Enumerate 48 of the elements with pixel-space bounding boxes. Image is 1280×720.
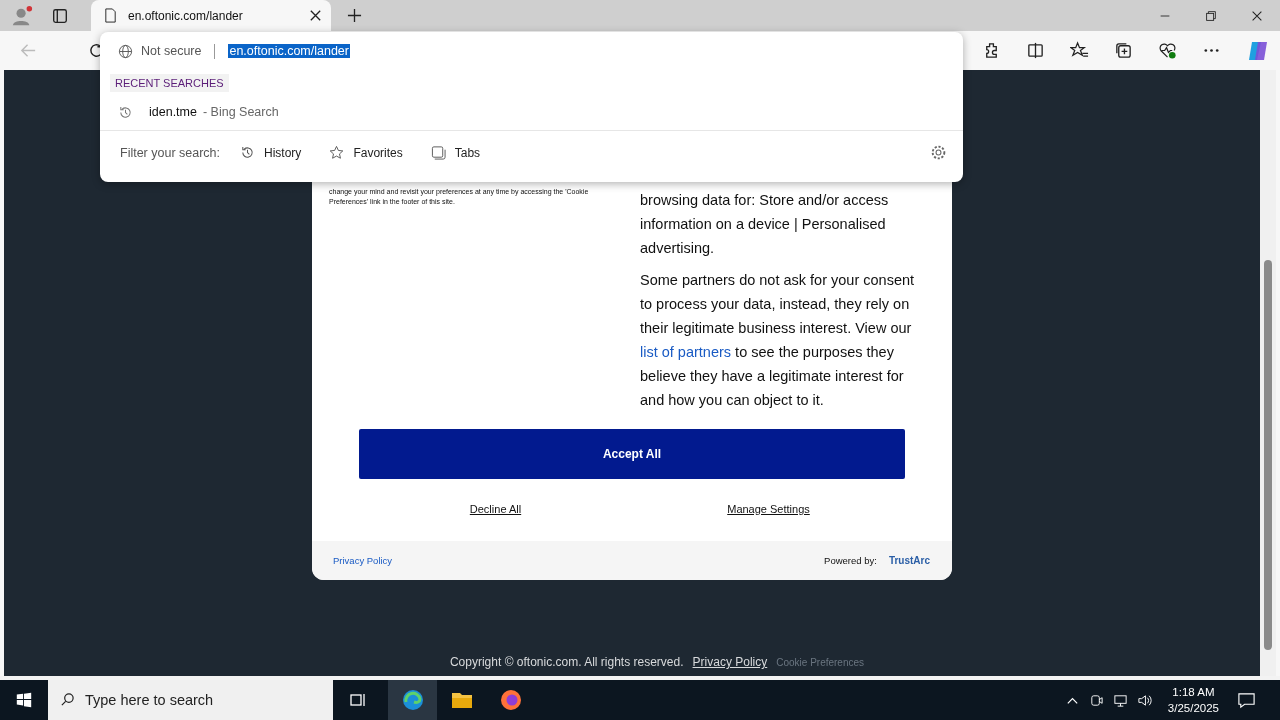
settings-icon[interactable] — [930, 144, 947, 161]
recent-search-item[interactable]: iden.tme - Bing Search — [100, 94, 963, 130]
manage-settings-link[interactable]: Manage Settings — [727, 503, 810, 515]
taskbar-search-field[interactable]: Type here to search — [48, 680, 333, 720]
tabs-icon — [430, 145, 446, 160]
clock-date[interactable]: 3/25/2025 — [1167, 700, 1219, 716]
split-screen-icon[interactable] — [1026, 41, 1045, 60]
filter-label: Filter your search: — [120, 145, 221, 160]
history-icon — [240, 145, 256, 160]
consent-text: Some partners do not ask for your consent to process your data, instead, they rely on their legitimate business interest. View our list of partners to see the purposes they believe they have a legitimate interest for and how you can object to it. — [640, 271, 916, 410]
favorites-icon[interactable] — [1070, 41, 1089, 60]
star-icon — [329, 145, 345, 160]
privacy-policy-link[interactable]: Privacy Policy — [333, 555, 393, 566]
history-icon — [118, 104, 133, 120]
privacy-policy-link[interactable]: Privacy Policy — [692, 655, 768, 669]
powered-by-label: Powered by: — [824, 555, 877, 566]
page-icon — [103, 8, 118, 23]
scrollbar[interactable] — [1260, 70, 1276, 676]
globe-icon[interactable] — [118, 43, 133, 59]
firefox-icon[interactable] — [498, 688, 523, 712]
filter-button[interactable]: Favorites — [329, 145, 403, 160]
close-icon[interactable] — [308, 8, 323, 23]
clock-time[interactable]: 1:18 AM — [1172, 684, 1215, 700]
consent-text: browsing data for: Store and/or access information on a device | Personalised advertising. — [640, 191, 890, 258]
health-icon[interactable] — [1158, 41, 1177, 60]
accept-all-button[interactable]: Accept All — [359, 429, 905, 479]
browser-tab[interactable]: en.oftonic.com/lander — [91, 0, 331, 31]
filter-button[interactable]: Tabs — [430, 145, 481, 160]
tab-actions-icon[interactable] — [51, 6, 69, 25]
copyright-text: Copyright © oftonic.com. All rights reserved. — [449, 655, 684, 669]
address-field[interactable]: en.oftonic.com/lander — [228, 44, 350, 58]
restore-icon[interactable] — [1204, 8, 1218, 23]
edge-icon[interactable] — [400, 688, 425, 712]
windows-start-icon[interactable] — [15, 691, 33, 709]
filter-button[interactable]: History — [240, 145, 302, 160]
volume-icon[interactable] — [1136, 692, 1152, 708]
search-icon — [60, 692, 75, 707]
partners-link[interactable]: list of partners — [640, 344, 732, 360]
profile-icon[interactable] — [11, 4, 33, 27]
network-icon[interactable] — [1112, 692, 1128, 708]
security-label[interactable]: Not secure — [141, 44, 202, 58]
meet-icon[interactable] — [1088, 692, 1104, 708]
recent-searches-heading: RECENT SEARCHES — [110, 74, 229, 92]
collections-icon[interactable] — [1114, 41, 1133, 60]
notifications-icon[interactable] — [1237, 690, 1256, 710]
decline-all-link[interactable]: Decline All — [469, 503, 522, 515]
brand-logo[interactable]: TrustArc — [888, 555, 930, 566]
new-tab-icon[interactable] — [347, 8, 362, 23]
